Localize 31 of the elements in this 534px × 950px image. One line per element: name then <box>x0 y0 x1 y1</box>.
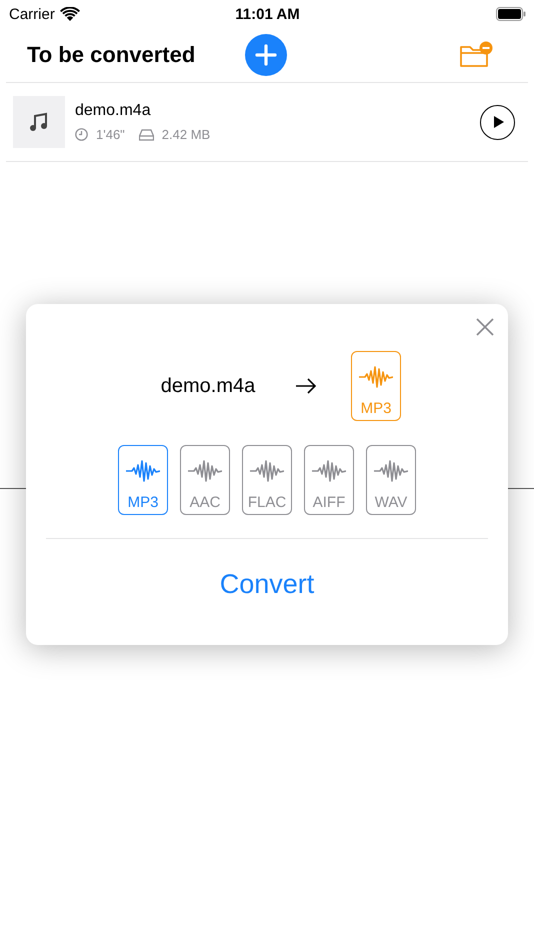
plus-icon <box>255 44 277 66</box>
folder-remove-button[interactable] <box>459 41 493 69</box>
add-button[interactable] <box>245 34 287 76</box>
carrier-label: Carrier <box>9 6 55 22</box>
format-option[interactable]: MP3 <box>118 445 168 515</box>
format-option[interactable]: AAC <box>180 445 230 515</box>
wifi-icon <box>60 7 80 21</box>
format-option[interactable]: WAV <box>366 445 416 515</box>
clock-icon <box>75 128 88 141</box>
file-name: demo.m4a <box>75 102 152 120</box>
waveform-icon <box>312 460 346 482</box>
page-title: To be converted <box>27 42 196 68</box>
file-duration: 1'46" <box>96 127 125 142</box>
arrow-icon <box>295 378 317 394</box>
close-button[interactable] <box>476 318 494 336</box>
music-thumbnail <box>13 96 65 148</box>
waveform-icon <box>188 460 222 482</box>
target-format-tile: MP3 <box>351 351 401 421</box>
battery-icon <box>496 7 526 21</box>
waveform-icon <box>374 460 408 482</box>
format-option[interactable]: FLAC <box>242 445 292 515</box>
file-size: 2.42 MB <box>162 127 210 142</box>
play-button[interactable] <box>480 104 515 140</box>
convert-button[interactable]: Convert <box>220 569 314 600</box>
waveform-icon <box>250 460 284 482</box>
waveform-icon <box>359 366 393 388</box>
waveform-icon <box>126 460 160 482</box>
clock-time: 11:01 AM <box>235 6 300 22</box>
drive-icon <box>138 128 154 140</box>
source-file-name: demo.m4a <box>160 374 256 398</box>
format-option[interactable]: AIFF <box>304 445 354 515</box>
